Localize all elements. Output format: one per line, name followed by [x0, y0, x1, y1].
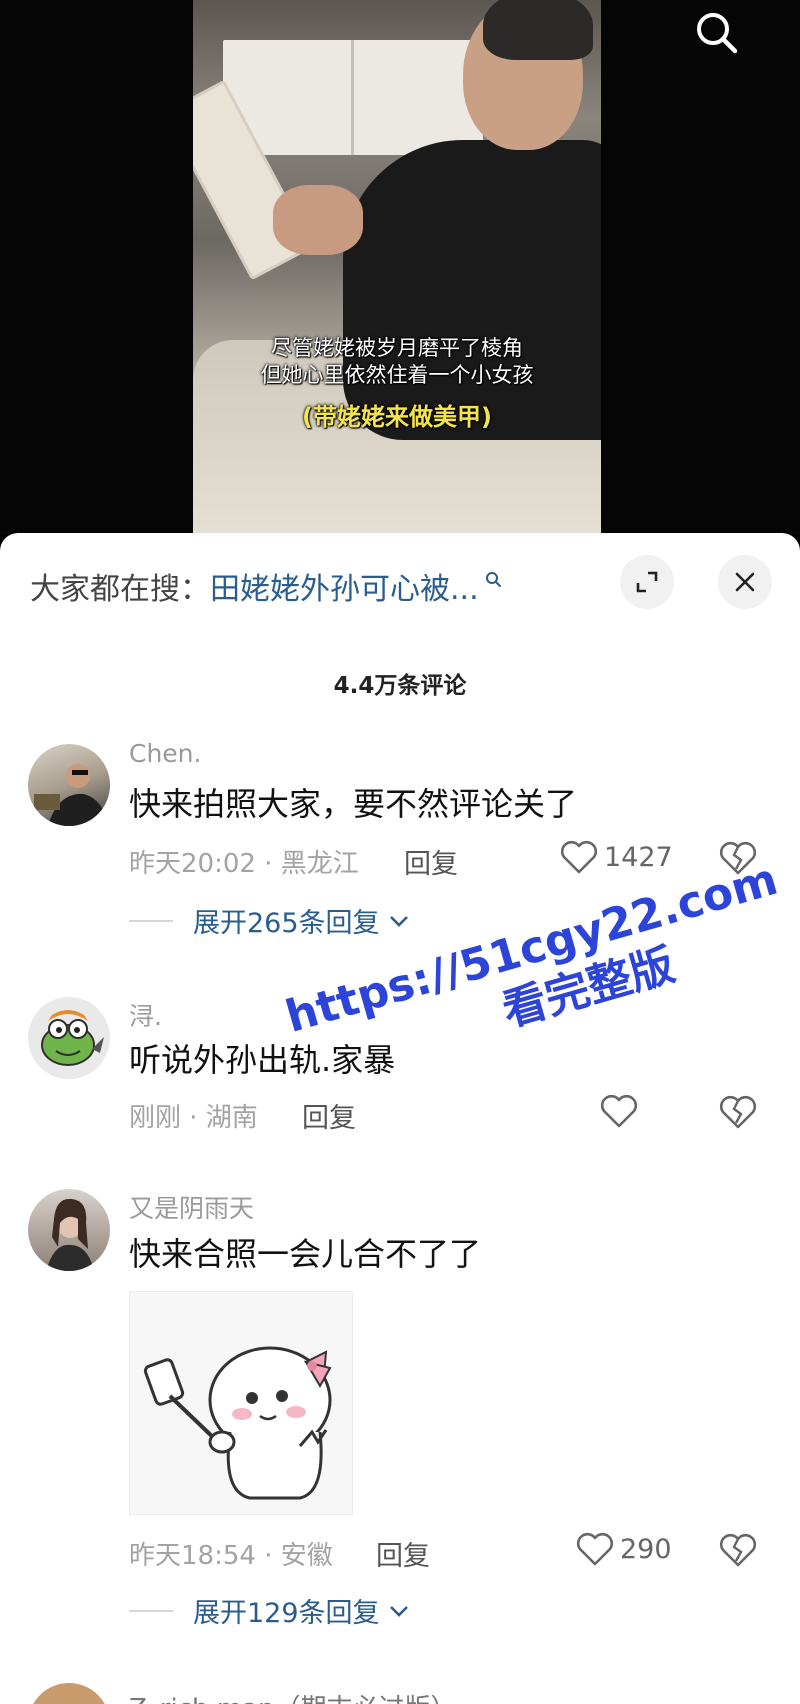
watermark-url: https://51cgy22.com	[280, 853, 784, 1043]
avatar[interactable]	[28, 1189, 110, 1271]
video-player[interactable]: 尽管姥姥被岁月磨平了棱角 但她心里依然住着一个小女孩 (带姥姥来做美甲)	[0, 0, 800, 535]
video-person-hair	[483, 0, 593, 60]
expand-icon	[636, 571, 658, 593]
close-icon	[735, 572, 755, 592]
dislike-button[interactable]	[718, 1531, 758, 1571]
expand-sheet-button[interactable]	[620, 555, 674, 609]
comment-sticker-image[interactable]	[129, 1291, 353, 1515]
avatar[interactable]	[28, 744, 110, 826]
broken-heart-icon	[719, 1533, 757, 1567]
comment-time-location: 昨天20:02 · 黑龙江	[129, 849, 359, 879]
comment-username[interactable]: 浔.	[129, 997, 162, 1033]
like-button[interactable]: 1427	[560, 839, 673, 875]
like-count: 1427	[604, 841, 673, 873]
expand-replies-label: 展开129条回复	[193, 1598, 380, 1629]
expand-divider	[129, 1609, 173, 1612]
video-caption-line1: 尽管姥姥被岁月磨平了棱角	[271, 336, 523, 360]
video-cabinet	[223, 40, 483, 155]
comment-time-location: 刚刚 · 湖南	[129, 1103, 258, 1133]
avatar[interactable]	[28, 1683, 110, 1704]
comment-username[interactable]: Chen.	[129, 739, 201, 768]
comment-username[interactable]: 又是阴雨天	[129, 1189, 254, 1225]
heart-icon	[600, 1094, 638, 1128]
expand-replies-button[interactable]: 展开265条回复	[129, 901, 410, 940]
selfie-bun-sticker	[143, 1346, 332, 1500]
comment-text: 快来拍照大家，要不然评论关了	[129, 785, 578, 823]
like-count: 290	[620, 1533, 672, 1565]
comment-time-location: 昨天18:54 · 安徽	[129, 1541, 333, 1571]
dislike-button[interactable]	[718, 1093, 758, 1133]
broken-heart-icon	[719, 1095, 757, 1129]
avatar-frog-icon	[41, 1010, 104, 1066]
heart-icon	[560, 840, 598, 874]
like-button[interactable]	[600, 1093, 638, 1129]
search-small-icon	[485, 572, 501, 587]
video-frame	[193, 0, 601, 535]
trending-search-bar[interactable]: 大家都在搜： 田姥姥外孙可心被...	[30, 561, 503, 611]
reply-button[interactable]: 回复	[302, 1096, 356, 1135]
search-button[interactable]	[690, 6, 744, 60]
trending-search-label: 大家都在搜：	[30, 572, 210, 607]
trending-search-query[interactable]: 田姥姥外孙可心被...	[210, 564, 479, 608]
video-caption-tag: (带姥姥来做美甲)	[302, 403, 492, 431]
reply-button[interactable]: 回复	[376, 1534, 430, 1573]
comment-text: 听说外孙出轨.家暴	[129, 1041, 396, 1079]
comment-count-title: 4.4万条评论	[333, 673, 467, 699]
comment-sheet: 大家都在搜： 田姥姥外孙可心被... 4.4万条评论 Chen. 快来拍照大家，…	[0, 533, 800, 1704]
chevron-down-icon	[389, 915, 408, 927]
heart-icon	[576, 1532, 614, 1566]
like-button[interactable]: 290	[576, 1531, 672, 1567]
video-hand	[273, 185, 363, 255]
broken-heart-icon	[719, 841, 757, 875]
avatar-person-icon	[34, 764, 108, 826]
chevron-down-icon	[389, 1605, 408, 1617]
expand-divider	[129, 919, 173, 922]
next-comment-username[interactable]: Z_rich man（期末必过版）	[129, 1688, 457, 1704]
video-person	[343, 140, 601, 440]
avatar-person-icon	[46, 1198, 94, 1271]
expand-replies-button[interactable]: 展开129条回复	[129, 1591, 410, 1630]
search-icon	[697, 13, 738, 54]
expand-replies-label: 展开265条回复	[193, 908, 380, 939]
video-caption-line2: 但她心里依然住着一个小女孩	[260, 363, 534, 387]
app-root: 尽管姥姥被岁月磨平了棱角 但她心里依然住着一个小女孩 (带姥姥来做美甲) 大家都…	[0, 0, 800, 1704]
avatar[interactable]	[28, 997, 110, 1079]
dislike-button[interactable]	[718, 839, 758, 879]
reply-button[interactable]: 回复	[404, 842, 458, 881]
comment-text: 快来合照一会儿合不了了	[129, 1235, 482, 1273]
close-sheet-button[interactable]	[718, 555, 772, 609]
